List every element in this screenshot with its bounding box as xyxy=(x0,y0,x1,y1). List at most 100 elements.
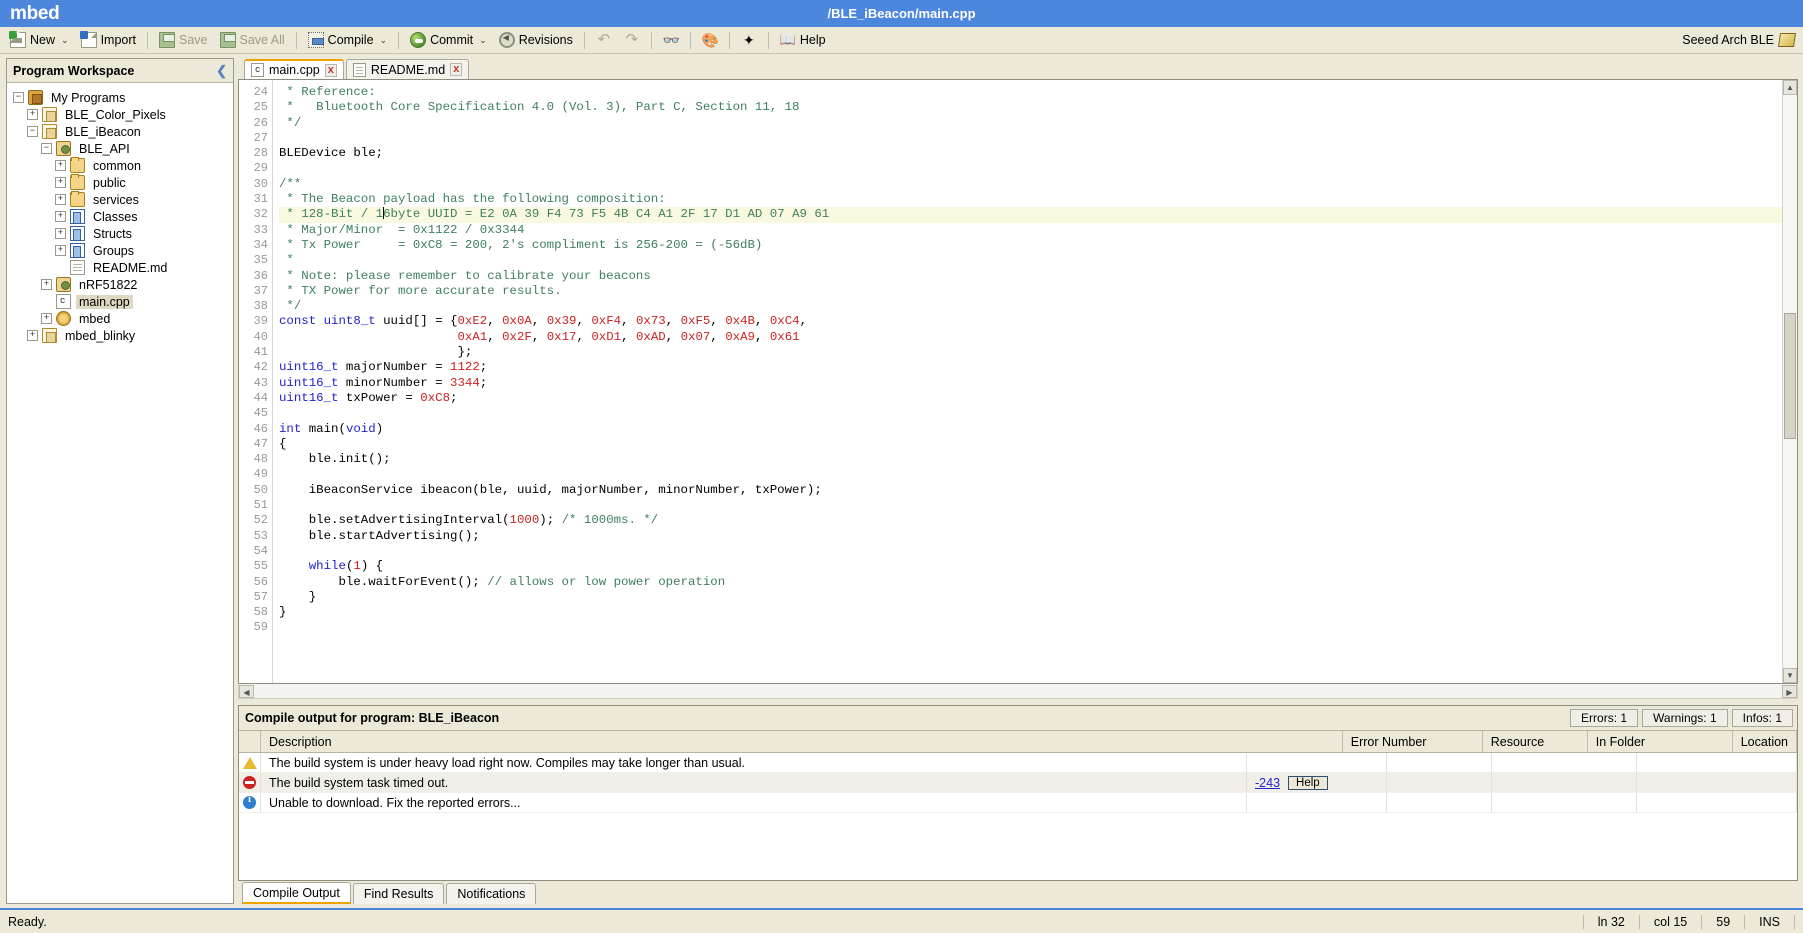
tree-item-common[interactable]: +common xyxy=(13,157,233,174)
editor-tab-main-cpp[interactable]: main.cppx xyxy=(244,59,344,79)
output-tab-notifications[interactable]: Notifications xyxy=(446,883,536,904)
column-header-description[interactable]: Description xyxy=(261,731,1343,752)
tree-item-readme-md[interactable]: README.md xyxy=(13,259,233,276)
tree-item-mbed[interactable]: +mbed xyxy=(13,310,233,327)
expand-toggle-icon[interactable]: + xyxy=(27,109,38,120)
code-line[interactable]: iBeaconService ibeacon(ble, uuid, majorN… xyxy=(279,483,1782,498)
chevron-down-icon[interactable]: ⌄ xyxy=(61,35,69,46)
chevron-down-icon[interactable]: ⌄ xyxy=(479,35,487,46)
output-row[interactable]: The build system is under heavy load rig… xyxy=(239,753,1797,773)
tree-item-structs[interactable]: +Structs xyxy=(13,225,233,242)
editor-horizontal-scrollbar[interactable]: ◀ ▶ xyxy=(238,684,1798,699)
close-tab-icon[interactable]: x xyxy=(325,64,337,77)
revisions-button[interactable]: Revisions xyxy=(493,30,579,51)
close-tab-icon[interactable]: x xyxy=(450,63,462,76)
code-line[interactable] xyxy=(279,498,1782,513)
code-line[interactable]: } xyxy=(279,605,1782,620)
editor-tab-readme-md[interactable]: README.mdx xyxy=(346,59,469,79)
undo-button[interactable]: ↶ xyxy=(590,30,618,51)
tree-item-mbed-blinky[interactable]: +mbed_blinky xyxy=(13,327,233,344)
code-line[interactable]: * Bluetooth Core Specification 4.0 (Vol.… xyxy=(279,100,1782,115)
column-header-error-number[interactable]: Error Number xyxy=(1343,731,1483,752)
code-line[interactable]: 0xA1, 0x2F, 0x17, 0xD1, 0xAD, 0x07, 0xA9… xyxy=(279,330,1782,345)
expand-toggle-icon[interactable]: + xyxy=(55,228,66,239)
code-line[interactable]: ble.init(); xyxy=(279,452,1782,467)
expand-toggle-icon[interactable]: + xyxy=(55,177,66,188)
expand-toggle-icon[interactable]: + xyxy=(55,211,66,222)
platform-selector[interactable]: Seeed Arch BLE xyxy=(1682,33,1795,47)
code-line[interactable]: }; xyxy=(279,345,1782,360)
code-line[interactable] xyxy=(279,620,1782,635)
code-line[interactable]: * Reference: xyxy=(279,85,1782,100)
collapse-toggle-icon[interactable]: − xyxy=(13,92,24,103)
expand-toggle-icon[interactable]: + xyxy=(41,313,52,324)
tree-item-groups[interactable]: +Groups xyxy=(13,242,233,259)
code-line[interactable]: * xyxy=(279,253,1782,268)
tree-item-ble-color-pixels[interactable]: +BLE_Color_Pixels xyxy=(13,106,233,123)
error-help-button[interactable]: Help xyxy=(1288,776,1328,790)
code-line[interactable]: { xyxy=(279,437,1782,452)
tree-item-main-cpp[interactable]: main.cpp xyxy=(13,293,233,310)
output-rows[interactable]: The build system is under heavy load rig… xyxy=(239,753,1797,880)
column-header-location[interactable]: Location xyxy=(1733,731,1797,752)
code-line[interactable]: ble.waitForEvent(); // allows or low pow… xyxy=(279,575,1782,590)
editor-vertical-scrollbar[interactable]: ▲ ▼ xyxy=(1782,80,1797,683)
scroll-track[interactable] xyxy=(1783,95,1797,668)
counter-warnings[interactable]: Warnings: 1 xyxy=(1642,709,1728,727)
code-line[interactable]: * Tx Power = 0xC8 = 200, 2's compliment … xyxy=(279,238,1782,253)
expand-toggle-icon[interactable]: + xyxy=(41,279,52,290)
code-line[interactable]: ble.setAdvertisingInterval(1000); /* 100… xyxy=(279,513,1782,528)
code-line[interactable]: * TX Power for more accurate results. xyxy=(279,284,1782,299)
code-line[interactable]: uint16_t txPower = 0xC8; xyxy=(279,391,1782,406)
code-line[interactable]: * Major/Minor = 0x1122 / 0x3344 xyxy=(279,223,1782,238)
code-line[interactable]: BLEDevice ble; xyxy=(279,146,1782,161)
code-line[interactable]: /** xyxy=(279,177,1782,192)
code-line[interactable]: while(1) { xyxy=(279,559,1782,574)
code-line[interactable] xyxy=(279,161,1782,176)
code-line[interactable]: */ xyxy=(279,116,1782,131)
tree-item-nrf51822[interactable]: +nRF51822 xyxy=(13,276,233,293)
help-button[interactable]: 📖 Help xyxy=(774,30,832,51)
scroll-up-icon[interactable]: ▲ xyxy=(1783,80,1797,95)
expand-toggle-icon[interactable]: + xyxy=(55,194,66,205)
counter-infos[interactable]: Infos: 1 xyxy=(1732,709,1793,727)
compile-button[interactable]: Compile ⌄ xyxy=(302,30,393,51)
output-row[interactable]: Unable to download. Fix the reported err… xyxy=(239,793,1797,813)
scroll-left-icon[interactable]: ◀ xyxy=(239,685,254,698)
expand-toggle-icon[interactable]: + xyxy=(55,245,66,256)
new-button[interactable]: New ⌄ xyxy=(4,30,75,51)
code-line[interactable]: uint16_t majorNumber = 1122; xyxy=(279,360,1782,375)
error-number-link[interactable]: -243 xyxy=(1255,776,1280,790)
code-text-area[interactable]: * Reference: * Bluetooth Core Specificat… xyxy=(273,80,1782,683)
tree-item-ble-api[interactable]: −BLE_API xyxy=(13,140,233,157)
collapse-toggle-icon[interactable]: − xyxy=(41,143,52,154)
collapse-toggle-icon[interactable]: − xyxy=(27,126,38,137)
column-header-resource[interactable]: Resource xyxy=(1483,731,1588,752)
scroll-down-icon[interactable]: ▼ xyxy=(1783,668,1797,683)
format-button[interactable]: 🎨 xyxy=(696,30,724,51)
tree-item-classes[interactable]: +Classes xyxy=(13,208,233,225)
code-line[interactable]: * The Beacon payload has the following c… xyxy=(279,192,1782,207)
code-line[interactable]: uint16_t minorNumber = 3344; xyxy=(279,376,1782,391)
code-line[interactable]: ble.startAdvertising(); xyxy=(279,529,1782,544)
chevron-down-icon[interactable]: ⌄ xyxy=(380,35,388,46)
wand-button[interactable]: ✦ xyxy=(735,30,763,51)
output-tab-find-results[interactable]: Find Results xyxy=(353,883,444,904)
commit-button[interactable]: Commit ⌄ xyxy=(404,30,493,51)
save-button[interactable]: Save xyxy=(153,30,214,51)
tree-item-services[interactable]: +services xyxy=(13,191,233,208)
counter-errors[interactable]: Errors: 1 xyxy=(1570,709,1638,727)
code-editor[interactable]: 2425262728293031323334353637383940414243… xyxy=(238,79,1798,684)
tree-item-ble-ibeacon[interactable]: −BLE_iBeacon xyxy=(13,123,233,140)
program-tree[interactable]: −My Programs+BLE_Color_Pixels−BLE_iBeaco… xyxy=(7,83,233,903)
redo-button[interactable]: ↷ xyxy=(618,30,646,51)
code-line[interactable]: int main(void) xyxy=(279,422,1782,437)
output-tab-compile-output[interactable]: Compile Output xyxy=(242,882,351,904)
code-line[interactable]: } xyxy=(279,590,1782,605)
import-button[interactable]: Import xyxy=(75,30,142,51)
tree-item-public[interactable]: +public xyxy=(13,174,233,191)
code-line[interactable] xyxy=(279,406,1782,421)
tree-item-my-programs[interactable]: −My Programs xyxy=(13,89,233,106)
code-line[interactable] xyxy=(279,544,1782,559)
column-header-in-folder[interactable]: In Folder xyxy=(1588,731,1733,752)
